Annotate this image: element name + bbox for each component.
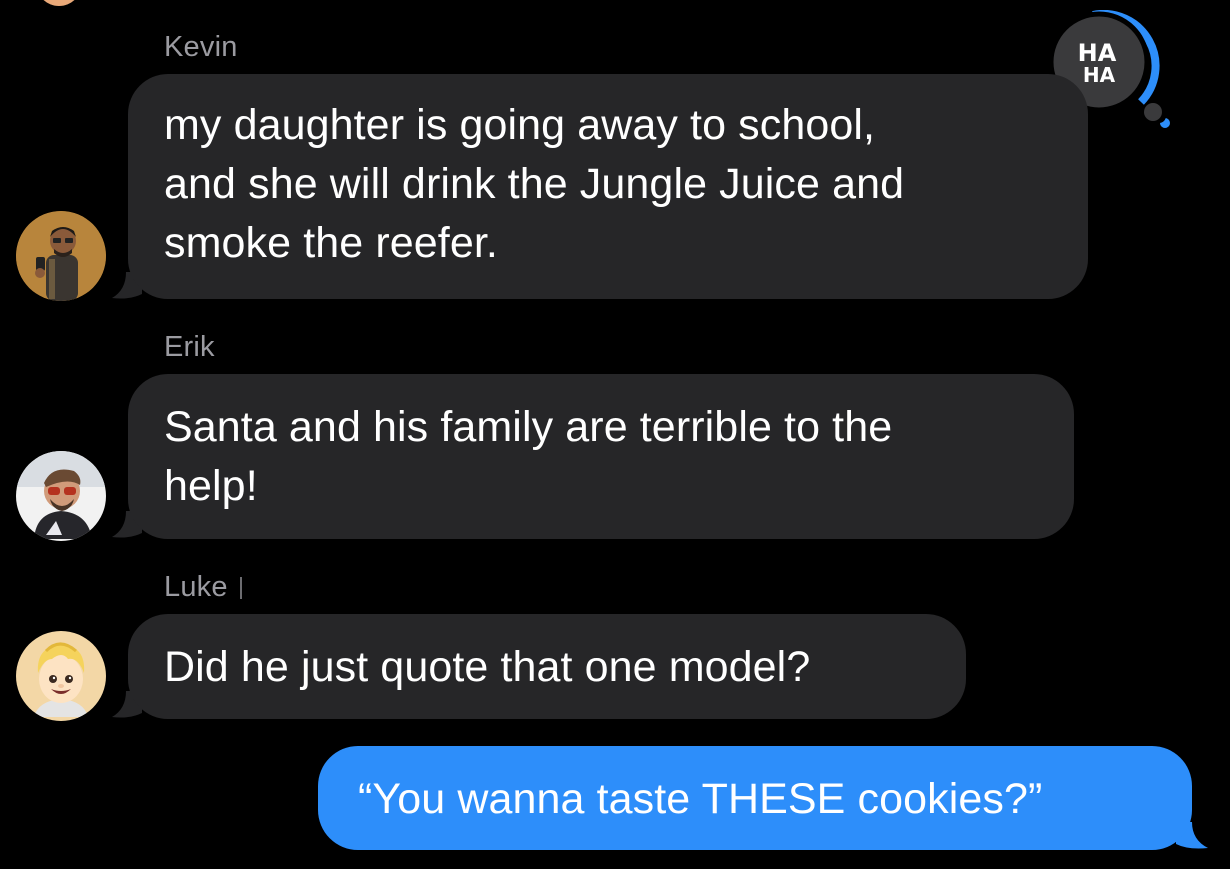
message-bubble[interactable]: my daughter is going away to school, and…: [128, 74, 1088, 299]
messages-thread[interactable]: Kevin my daughter is going away to schoo…: [0, 0, 1230, 869]
erik-avatar-icon: [16, 451, 106, 541]
memoji-avatar-icon: [16, 631, 106, 721]
previous-avatar: [36, 0, 82, 6]
sender-name: Luke: [164, 571, 242, 604]
tapback-label-line2: HA: [1083, 63, 1116, 87]
kevin-avatar-icon: [16, 211, 106, 301]
message-bubble[interactable]: Santa and his family are terrible to the…: [128, 374, 1074, 539]
avatar[interactable]: [16, 451, 106, 541]
avatar[interactable]: [16, 631, 106, 721]
sender-name: Erik: [164, 331, 215, 363]
text-cursor: [239, 577, 242, 599]
message-bubble[interactable]: Did he just quote that one model?: [128, 614, 966, 719]
sender-name: Kevin: [164, 31, 238, 63]
sender-name-text: Luke: [164, 571, 228, 603]
message-bubble[interactable]: “You wanna taste THESE cookies?”: [318, 746, 1192, 850]
avatar[interactable]: [16, 211, 106, 301]
